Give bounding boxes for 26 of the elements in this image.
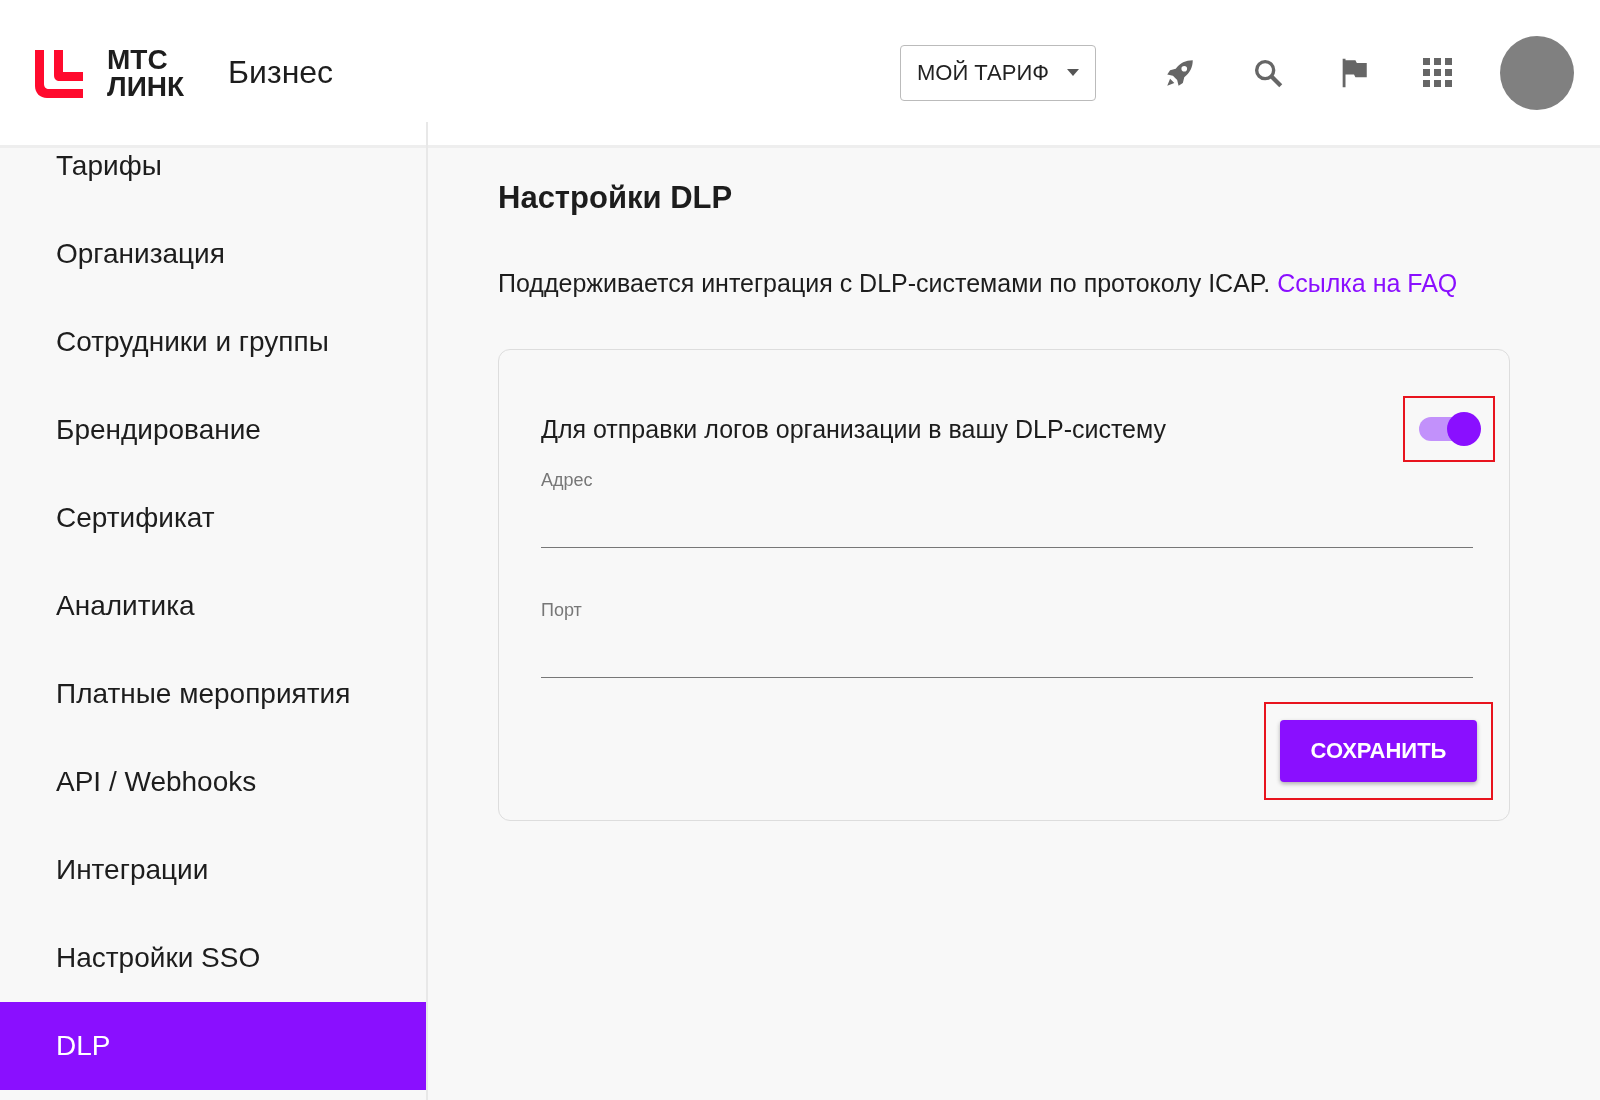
apps-grid-icon[interactable] [1423,57,1453,88]
logo-text: ЛИНК [107,72,185,100]
tariff-dropdown[interactable]: МОЙ ТАРИФ [900,44,1096,101]
sidebar-item[interactable]: Настройки SSO [0,914,426,1002]
page-title: Настройки DLP [498,180,734,216]
product-name: Бизнес [228,54,334,91]
toggle-label: Для отправки логов организации в вашу DLP-систему [541,414,1166,444]
input-field[interactable]: Адрес [541,470,1473,548]
logo-text: МТС [107,45,169,73]
description-text: Поддерживается интеграция с DLP-системами по протоколу ICAP. Ссылка на FAQ [498,268,1459,299]
save-button[interactable]: СОХРАНИТЬ [1280,720,1477,782]
sidebar-item[interactable]: Сертификат [0,474,426,562]
caret-icon [1067,69,1079,76]
sidebar-item[interactable]: Брендирование [0,386,426,474]
input-field[interactable]: Порт [541,600,1473,678]
toggle-switch[interactable] [1417,412,1481,446]
sidebar-item[interactable]: Организация [0,210,426,298]
sidebar-item[interactable]: Тарифы [0,122,426,210]
sidebar-item[interactable]: Сотрудники и группы [0,298,426,386]
logo-icon [35,47,83,98]
sidebar-item[interactable]: Интеграции [0,826,426,914]
faq-link[interactable]: Ссылка на FAQ [1277,269,1458,297]
sidebar-item[interactable]: API / Webhooks [0,738,426,826]
sidebar-item[interactable]: Платные мероприятия [0,650,426,738]
sidebar-item[interactable]: DLP [0,1002,426,1090]
sidebar-item[interactable]: Аналитика [0,562,426,650]
